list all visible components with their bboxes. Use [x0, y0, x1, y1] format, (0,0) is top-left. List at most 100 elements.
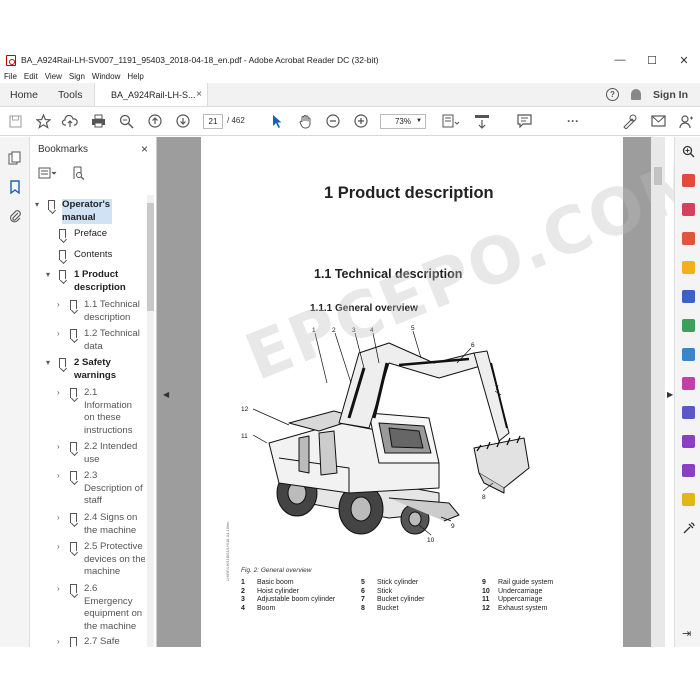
excavator-illustration: 1 2 3 4 5 6 7 8 9 10 11 12	[241, 325, 530, 544]
document-scrollbar-thumb[interactable]	[654, 167, 662, 185]
print-icon[interactable]	[90, 113, 106, 129]
bookmarks-panel: Bookmarks × ▾ Operator's manual Preface …	[30, 137, 157, 647]
chevron-right-icon[interactable]: ›	[57, 541, 60, 554]
bookmarks-scrollbar[interactable]	[147, 195, 154, 647]
menu-help[interactable]: Help	[127, 72, 143, 81]
callout-11: 11	[241, 433, 248, 440]
menu-file[interactable]: File	[4, 72, 17, 81]
close-panel-button[interactable]: ×	[141, 142, 148, 156]
chevron-right-icon[interactable]: ›	[57, 387, 60, 400]
tab-tools[interactable]: Tools	[48, 83, 94, 106]
bookmark-icon	[59, 358, 66, 368]
chevron-right-icon[interactable]: ›	[57, 328, 60, 341]
bookmarks-scrollbar-thumb[interactable]	[147, 203, 154, 311]
more-tools-icon[interactable]	[682, 522, 695, 535]
create-pdf-icon[interactable]	[682, 203, 695, 216]
callout-2: 2	[332, 327, 336, 334]
zoom-tool-icon[interactable]	[682, 145, 695, 158]
tab-close-button[interactable]: ×	[196, 89, 202, 100]
comment-tool-icon[interactable]	[682, 261, 695, 274]
subsection-heading: 1.1.1 General overview	[310, 303, 418, 314]
scroll-mode-icon[interactable]	[473, 113, 491, 129]
maximize-button[interactable]: ☐	[636, 50, 668, 70]
page-total: / 462	[227, 116, 245, 125]
chevron-right-icon[interactable]: ›	[57, 441, 60, 454]
document-scrollbar[interactable]	[651, 137, 665, 647]
attachments-paperclip-icon[interactable]	[8, 209, 22, 223]
select-cursor-icon[interactable]	[270, 113, 284, 129]
bookmark-star-icon[interactable]	[35, 113, 51, 129]
chevron-down-icon: ▼	[416, 118, 422, 124]
bookmark-icon	[70, 300, 77, 310]
comment-icon[interactable]	[516, 113, 532, 129]
bookmark-icon	[59, 250, 66, 260]
protect-shield-icon[interactable]	[682, 406, 695, 419]
menu-bar: File Edit View Sign Window Help	[0, 70, 700, 83]
chevron-down-icon[interactable]: ▾	[46, 269, 50, 282]
chevron-right-icon[interactable]: ›	[57, 512, 60, 525]
more-options-icon[interactable]: ···	[565, 113, 581, 129]
zoom-level-select[interactable]: 73% ▼	[380, 114, 426, 129]
bookmarks-title: Bookmarks	[38, 143, 89, 155]
share-user-icon[interactable]	[678, 113, 694, 129]
tab-document-label: BA_A924Rail-LH-S...	[111, 89, 196, 100]
chevron-right-icon[interactable]: ›	[57, 583, 60, 596]
tab-document[interactable]: BA_A924Rail-LH-S... ×	[94, 83, 208, 106]
chevron-right-icon[interactable]: ›	[57, 470, 60, 483]
email-icon[interactable]	[650, 113, 666, 129]
chevron-right-icon[interactable]: ›	[57, 636, 60, 647]
chapter-heading: 1 Product description	[324, 184, 494, 202]
send-for-comments-icon[interactable]	[682, 493, 695, 506]
find-bookmark-icon[interactable]	[72, 166, 85, 183]
fit-page-icon[interactable]	[441, 113, 461, 129]
minimize-button[interactable]: —	[604, 50, 636, 70]
sign-in-button[interactable]: Sign In	[653, 89, 688, 101]
menu-window[interactable]: Window	[92, 72, 120, 81]
fill-sign-icon[interactable]	[622, 113, 638, 129]
bookmark-icon	[70, 542, 77, 552]
window-controls: — ☐ ✕	[604, 50, 700, 70]
acrobat-icon	[6, 54, 16, 66]
collapse-left-panel-icon[interactable]: ◀	[163, 390, 169, 399]
expand-tools-icon[interactable]: ⇥	[682, 627, 695, 640]
tab-home[interactable]: Home	[0, 83, 48, 106]
legend-row: 4 Boom	[241, 604, 276, 612]
notification-bell-icon[interactable]	[631, 89, 641, 100]
next-page-icon[interactable]	[175, 113, 191, 129]
legend-row: 11 Uppercarriage	[482, 596, 543, 604]
menu-edit[interactable]: Edit	[24, 72, 38, 81]
export-pdf-icon[interactable]	[682, 174, 695, 187]
edit-pdf-icon[interactable]	[682, 232, 695, 245]
zoom-out-icon[interactable]	[325, 113, 341, 129]
combine-files-icon[interactable]	[682, 290, 695, 303]
section-heading: 1.1 Technical description	[314, 267, 463, 281]
help-icon[interactable]: ?	[606, 88, 619, 101]
legend-row: 5 Stick cylinder	[361, 579, 419, 586]
zoom-level-value: 73%	[394, 117, 411, 126]
chevron-down-icon[interactable]: ▾	[46, 357, 50, 370]
zoom-in-icon[interactable]	[353, 113, 369, 129]
chevron-down-icon[interactable]: ▾	[35, 199, 39, 212]
menu-sign[interactable]: Sign	[69, 72, 85, 81]
legend-row: 9 Rail guide system	[482, 579, 554, 586]
save-icon[interactable]	[8, 113, 22, 129]
bookmark-icon	[70, 471, 77, 481]
scan-ocr-icon[interactable]	[682, 348, 695, 361]
bookmarks-panel-icon[interactable]	[8, 180, 22, 195]
prepare-form-icon[interactable]	[682, 435, 695, 448]
fill-and-sign-icon[interactable]	[682, 377, 695, 390]
page-number-input[interactable]: 21	[203, 114, 223, 129]
organize-pages-icon[interactable]	[682, 319, 695, 332]
bookmark-options-icon[interactable]	[38, 167, 58, 182]
send-for-signature-icon[interactable]	[682, 464, 695, 477]
menu-view[interactable]: View	[45, 72, 62, 81]
chevron-right-icon[interactable]: ›	[57, 299, 60, 312]
collapse-right-panel-icon[interactable]: ▶	[667, 390, 673, 399]
upload-cloud-icon[interactable]	[62, 113, 78, 129]
close-window-button[interactable]: ✕	[668, 50, 700, 70]
callout-8: 8	[482, 494, 486, 501]
previous-page-icon[interactable]	[147, 113, 163, 129]
zoom-search-icon[interactable]	[118, 113, 134, 129]
hand-tool-icon[interactable]	[297, 113, 313, 129]
page-thumbnails-icon[interactable]	[8, 151, 22, 165]
